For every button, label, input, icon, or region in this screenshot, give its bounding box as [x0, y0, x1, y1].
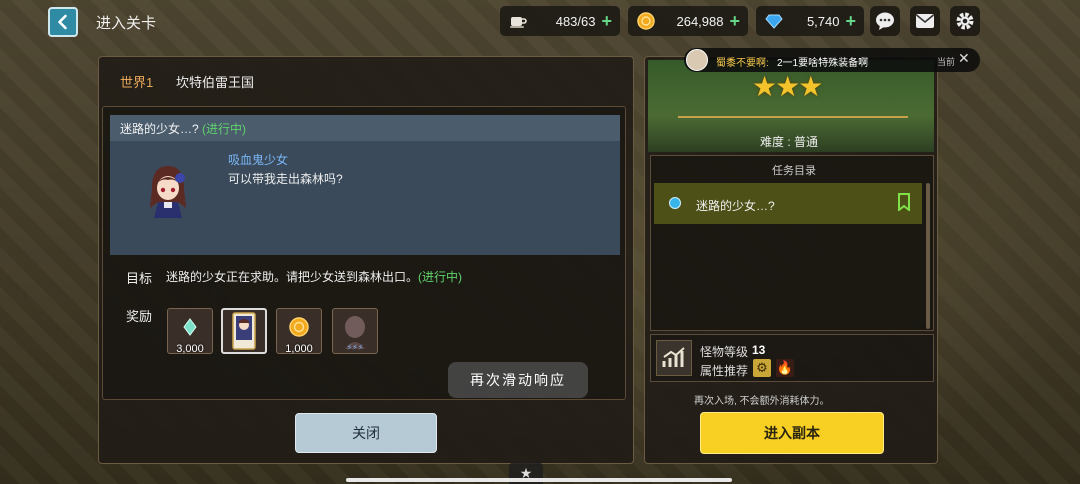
gem-value: 5,740 [806, 13, 840, 29]
goal-text: 迷路的少女正在求助。请把少女送到森林出口。 [166, 270, 419, 284]
attribute-fire-icon: 🔥 [776, 359, 794, 377]
reward-slot-gems[interactable]: 3,000 [167, 308, 213, 355]
svg-text:⚡⚡⚡: ⚡⚡⚡ [347, 343, 364, 352]
back-button[interactable] [48, 7, 78, 37]
mission-status-dot [669, 197, 681, 209]
stage-stars: ★★★ [752, 71, 823, 102]
hero-piece-icon: ⚡⚡⚡ [345, 316, 365, 352]
reward-label: 奖励 [126, 309, 153, 324]
gear-icon [956, 12, 974, 30]
attribute-basic-icon: ⚙ [753, 359, 771, 377]
gold-counter[interactable]: 264,988 + [628, 6, 748, 36]
home-indicator[interactable] [346, 478, 732, 482]
mail-button[interactable] [910, 6, 940, 36]
chat-button[interactable] [870, 6, 900, 36]
monster-level-label: 怪物等级 [700, 345, 749, 359]
notification-username: 蜀黍不要啊: [716, 58, 769, 69]
monster-level-value: 13 [752, 343, 766, 357]
mail-icon [915, 14, 935, 28]
world-label: 世界1 [120, 75, 154, 90]
reward-qty: 1,000 [285, 343, 313, 355]
mission-item-label: 迷路的少女…? [696, 199, 775, 213]
avatar [686, 49, 708, 71]
chevron-left-icon [58, 14, 67, 30]
attribute-label: 属性推荐 [700, 364, 749, 378]
gold-plus-button[interactable]: + [729, 12, 740, 30]
mission-item[interactable] [654, 183, 922, 224]
gold-coin-icon [289, 317, 309, 337]
reward-slot-character-card[interactable] [221, 308, 267, 354]
speaker-name: 吸血鬼少女 [228, 153, 289, 167]
difficulty-label: 难度 : 普通 [760, 135, 819, 149]
mission-list [650, 155, 934, 331]
story-title-text: 迷路的少女…? [120, 122, 199, 136]
world-name: 坎特伯雷王国 [176, 75, 255, 90]
gold-coin-icon [636, 11, 656, 31]
stamina-value: 483/63 [555, 13, 596, 29]
ornament-divider [678, 116, 908, 118]
reward-slot-gold[interactable]: 1,000 [276, 308, 322, 355]
toast-message: 再次滑动响应 [448, 362, 588, 398]
goal-description: 迷路的少女正在求助。请把少女送到森林出口。(进行中) [166, 268, 462, 285]
character-card-icon [232, 312, 256, 350]
bookmark-icon[interactable] [897, 193, 911, 211]
page-title: 进入关卡 [96, 15, 157, 32]
story-title: 迷路的少女…? (进行中) [120, 120, 246, 137]
scrollbar[interactable] [926, 183, 930, 329]
level-graph-icon [656, 340, 692, 376]
reward-slot-hero-piece[interactable]: ⚡⚡⚡ [332, 308, 378, 354]
reward-qty: 3,000 [176, 343, 204, 355]
stamina-plus-button[interactable]: + [601, 12, 612, 30]
gem-plus-button[interactable]: + [845, 12, 856, 30]
notification-time: 当前 [937, 57, 956, 67]
close-icon[interactable]: ✕ [958, 50, 970, 67]
mission-list-title: 任务目录 [772, 165, 816, 177]
diamond-icon [764, 11, 784, 31]
coffee-icon [508, 11, 528, 31]
gold-value: 264,988 [676, 13, 724, 29]
chat-bubble-icon [876, 12, 894, 30]
stamina-counter[interactable]: 483/63 + [500, 6, 620, 36]
story-status: (进行中) [202, 122, 247, 136]
dialog-text: 可以带我走出森林吗? [228, 172, 343, 186]
gem-icon [183, 318, 197, 336]
gem-counter[interactable]: 5,740 + [756, 6, 864, 36]
enter-dungeon-button[interactable]: 进入副本 [700, 412, 884, 454]
close-button[interactable]: 关闭 [295, 413, 437, 453]
goal-label: 目标 [126, 271, 153, 286]
reentry-note: 再次入场, 不会额外消耗体力。 [694, 396, 830, 407]
vampire-girl-portrait [150, 166, 186, 218]
goal-status: (进行中) [418, 270, 463, 284]
settings-button[interactable] [950, 6, 980, 36]
notification-message: 2一1要啥特殊装备啊 [777, 58, 869, 69]
